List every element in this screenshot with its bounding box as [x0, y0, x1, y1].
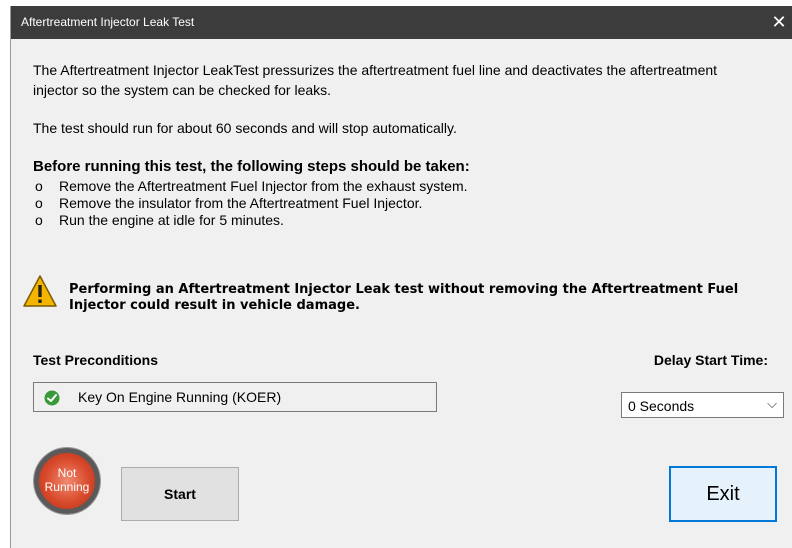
steps-heading: Before running this test, the following … — [33, 158, 470, 175]
title-bar: Aftertreatment Injector Leak Test ✕ — [11, 6, 792, 39]
steps-list: o Remove the Aftertreatment Fuel Injector… — [35, 178, 468, 229]
delay-start-label: Delay Start Time: — [653, 352, 768, 368]
bullet: o — [35, 212, 43, 228]
delay-start-select[interactable]: 0 Seconds ⌵ — [621, 392, 784, 418]
chevron-down-icon: ⌵ — [767, 396, 777, 411]
test-status-indicator: Not Running — [34, 448, 100, 514]
list-item: o Remove the Aftertreatment Fuel Injector… — [35, 178, 468, 195]
exit-button[interactable]: Exit — [669, 466, 777, 522]
warning-message: Performing an Aftertreatment Injector Le… — [69, 282, 739, 313]
bullet: o — [35, 178, 43, 194]
step-text: Remove the insulator from the Aftertreat… — [59, 195, 423, 211]
precondition-text: Key On Engine Running (KOER) — [78, 389, 282, 405]
close-icon[interactable]: ✕ — [765, 6, 792, 39]
bullet: o — [35, 195, 43, 211]
dialog-window: Aftertreatment Injector Leak Test ✕ The … — [10, 6, 792, 548]
step-text: Run the engine at idle for 5 minutes. — [59, 212, 284, 228]
precondition-item: Key On Engine Running (KOER) — [33, 382, 437, 412]
list-item: o Remove the insulator from the Aftertrea… — [35, 195, 468, 212]
status-text: Not Running — [39, 466, 95, 494]
run-duration-info: The test should run for about 60 seconds… — [33, 120, 457, 136]
warning-triangle-icon — [23, 275, 57, 307]
check-circle-icon — [44, 390, 60, 406]
preconditions-label: Test Preconditions — [33, 352, 158, 368]
window-title: Aftertreatment Injector Leak Test — [21, 15, 195, 29]
step-text: Remove the Aftertreatment Fuel Injector … — [59, 178, 468, 194]
delay-selected-value: 0 Seconds — [628, 398, 695, 414]
start-button[interactable]: Start — [121, 467, 239, 521]
status-line-1: Not — [57, 466, 77, 480]
test-description: The Aftertreatment Injector LeakTest pre… — [33, 62, 718, 98]
status-line-2: Running — [44, 480, 90, 494]
list-item: o Run the engine at idle for 5 minutes. — [35, 212, 468, 229]
